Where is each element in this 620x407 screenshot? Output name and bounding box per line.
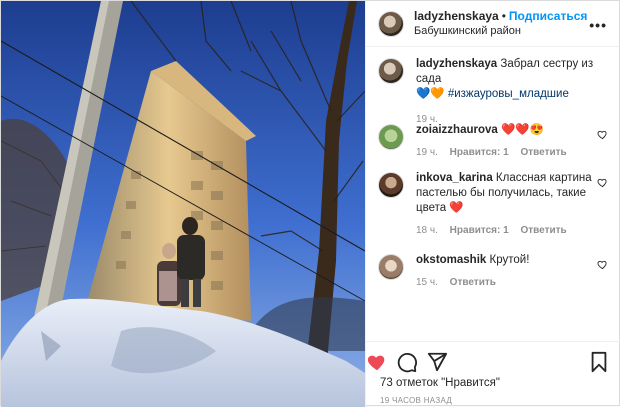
author-username[interactable]: ladyzhenskaya [414,9,499,23]
post-header: ladyzhenskaya • Подписаться Бабушкинский р… [366,1,619,47]
likes-count[interactable]: 73 отметок "Нравится" [380,377,500,389]
comment-username[interactable]: inkova_karina [416,172,493,184]
follow-button[interactable]: Подписаться [509,9,587,23]
caption-body: ladyzhenskaya Забрал сестру из сада 💙🧡 #… [416,57,602,125]
comment-time: 18 ч. [416,225,438,236]
post-timestamp: 19 ЧАСОВ НАЗАД [380,396,453,405]
share-icon[interactable] [426,351,448,373]
comment-item: okstomashik Крутой! 15 ч. Ответить [366,253,620,301]
post-header-text: ladyzhenskaya • Подписаться Бабушкинский р… [414,9,587,39]
location-link[interactable]: Бабушкинский район [414,24,587,39]
heart-outline-icon[interactable] [597,129,608,140]
comment-text: ❤️❤️😍 [501,124,544,136]
comment-body: inkova_karina Классная картина пастелью … [416,171,602,253]
caption-username[interactable]: ladyzhenskaya [416,58,497,70]
comment-body: okstomashik Крутой! 15 ч. Ответить [416,253,602,301]
comment-icon[interactable] [396,351,418,373]
comment-meta: 19 ч. Нравится: 1 Ответить [416,145,602,160]
post-sidebar: ladyzhenskaya • Подписаться Бабушкинский р… [365,1,620,407]
comment-likes[interactable]: Нравится: 1 [450,147,509,158]
avatar[interactable] [378,10,404,37]
avatar[interactable] [378,254,404,280]
caption-hashtag[interactable]: #изжауровы_младшие [448,88,569,100]
comment-username[interactable]: okstomashik [416,254,486,266]
comment-item: zoiaizzhaurova ❤️❤️😍 19 ч. Нравится: 1 О… [366,123,620,171]
post-container: ladyzhenskaya • Подписаться Бабушкинский р… [0,0,620,407]
more-horizontal-icon[interactable]: ••• [589,17,607,33]
separator-dot: • [501,8,506,23]
reply-button[interactable]: Ответить [450,277,496,288]
reply-button[interactable]: Ответить [520,225,566,236]
heart-filled-icon[interactable] [366,351,388,373]
bookmark-icon[interactable] [588,351,610,373]
comment-likes[interactable]: Нравится: 1 [450,225,509,236]
comment-meta: 18 ч. Нравится: 1 Ответить [416,223,602,238]
comment-time: 19 ч. [416,147,438,158]
comment-username[interactable]: zoiaizzhaurova [416,124,498,136]
comment-text: Крутой! [489,254,530,266]
comment-meta: 15 ч. Ответить [416,275,602,290]
reply-button[interactable]: Ответить [520,147,566,158]
avatar[interactable] [378,58,404,84]
comments-list: ladyzhenskaya Забрал сестру из сада 💙🧡 #… [366,57,620,301]
heart-outline-icon[interactable] [597,177,608,188]
avatar[interactable] [378,124,404,150]
avatar[interactable] [378,172,404,198]
comment-body: zoiaizzhaurova ❤️❤️😍 19 ч. Нравится: 1 О… [416,123,602,171]
caption-emoji: 💙🧡 [416,88,445,100]
action-bar [366,341,620,379]
post-photo-image [1,1,365,407]
heart-outline-icon[interactable] [597,259,608,270]
post-photo[interactable] [1,1,365,407]
comment-time: 15 ч. [416,277,438,288]
comment-item: inkova_karina Классная картина пастелью … [366,171,620,253]
caption-item: ladyzhenskaya Забрал сестру из сада 💙🧡 #… [366,57,620,125]
